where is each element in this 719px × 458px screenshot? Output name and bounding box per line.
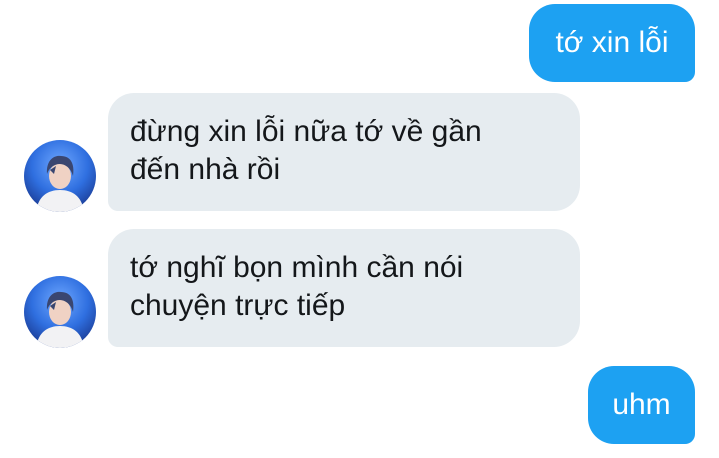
message-text: uhm bbox=[612, 388, 671, 421]
user-photo-avatar-icon bbox=[24, 140, 96, 212]
contact-avatar[interactable] bbox=[24, 140, 96, 212]
incoming-message-bubble[interactable]: tớ nghĩ bọn mình cần nói chuyện trực tiế… bbox=[108, 229, 580, 347]
message-text-line: tớ nghĩ bọn mình cần nói bbox=[130, 251, 464, 284]
outgoing-message-bubble[interactable]: uhm bbox=[588, 366, 695, 444]
message-text: tớ xin lỗi bbox=[555, 26, 669, 59]
message-text-line: đến nhà rồi bbox=[130, 153, 281, 186]
outgoing-message-bubble[interactable]: tớ xin lỗi bbox=[529, 4, 695, 82]
message-text-line: chuyện trực tiếp bbox=[130, 289, 346, 322]
incoming-message-bubble[interactable]: đừng xin lỗi nữa tớ về gần đến nhà rồi bbox=[108, 93, 580, 211]
user-photo-avatar-icon bbox=[24, 276, 96, 348]
contact-avatar[interactable] bbox=[24, 276, 96, 348]
message-text-line: đừng xin lỗi nữa tớ về gần bbox=[130, 115, 482, 148]
